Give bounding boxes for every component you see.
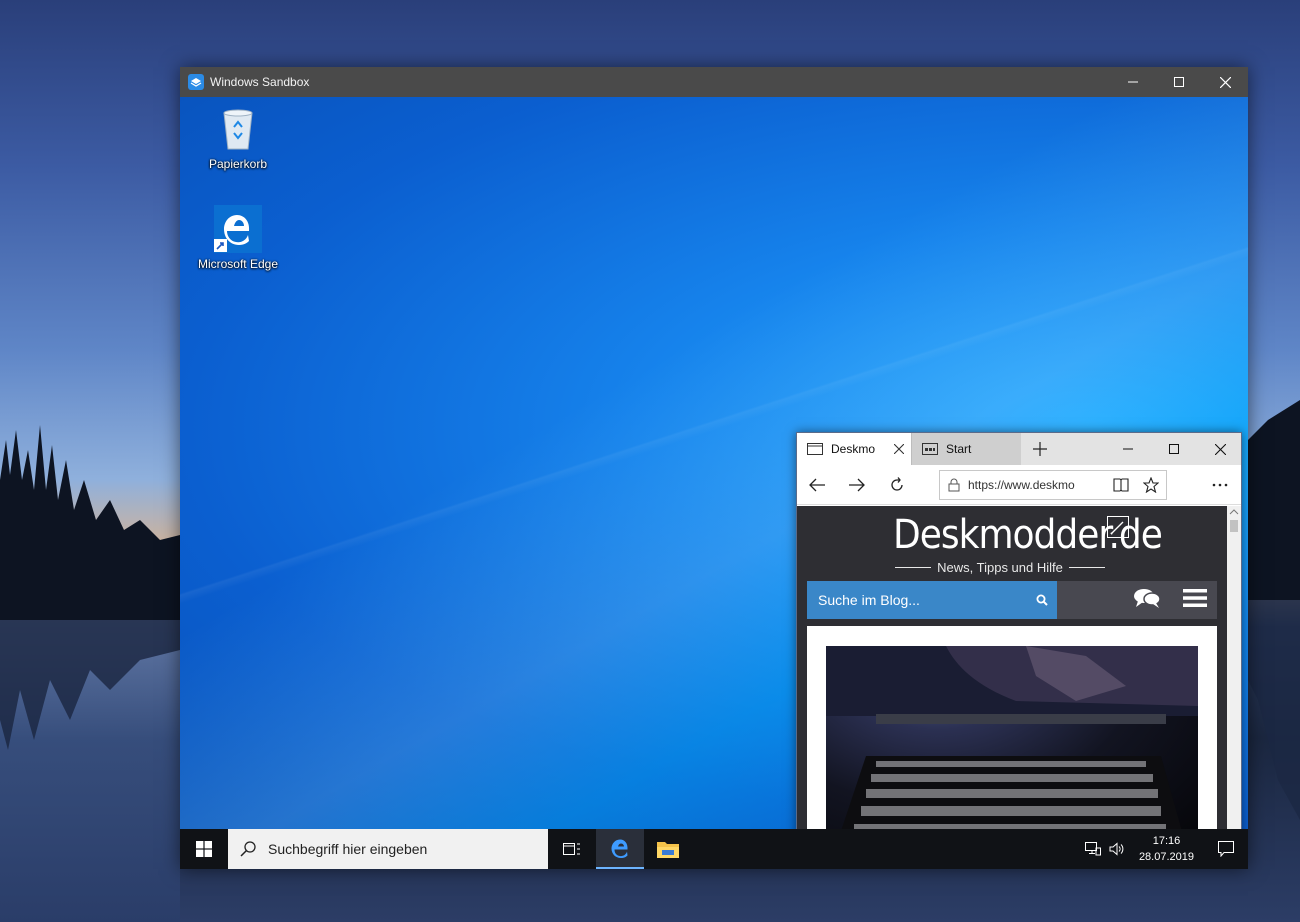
arrow-right-icon	[849, 478, 865, 491]
tab-close-button[interactable]	[887, 441, 911, 457]
system-tray: 17:16 28.07.2019	[1081, 829, 1248, 869]
edge-browser-window: Deskmo Start https://www.deskmo Deskmodd…	[796, 432, 1242, 829]
task-view-button[interactable]	[548, 829, 596, 869]
site-nav-actions	[1057, 581, 1217, 619]
edge-icon	[611, 839, 628, 858]
edge-minimize-button[interactable]	[1105, 433, 1151, 465]
desktop-icon-recycle-bin[interactable]: Papierkorb	[193, 105, 283, 171]
minimize-icon	[1128, 81, 1138, 83]
pen-icon	[1107, 516, 1129, 538]
more-button[interactable]	[1197, 483, 1241, 487]
search-icon[interactable]	[1027, 594, 1057, 606]
tab-start[interactable]: Start	[911, 433, 1021, 465]
minimize-button[interactable]	[1110, 67, 1156, 97]
plus-icon	[1033, 442, 1047, 456]
favorite-button[interactable]	[1136, 476, 1166, 493]
window-title: Windows Sandbox	[210, 75, 310, 89]
task-view-icon	[563, 843, 580, 855]
edge-icon	[214, 205, 262, 253]
new-tab-button[interactable]	[1021, 433, 1059, 465]
comments-icon[interactable]	[1133, 587, 1161, 614]
edge-tab-bar: Deskmo Start	[797, 433, 1241, 465]
edge-close-button[interactable]	[1197, 433, 1241, 465]
tab-deskmo[interactable]: Deskmo	[797, 433, 911, 465]
site-navbar: Suche im Blog...	[807, 581, 1217, 619]
taskbar-search-input[interactable]: Suchbegriff hier eingeben	[228, 829, 548, 869]
host-hill-silhouette	[1248, 400, 1300, 820]
taskbar-search-placeholder: Suchbegriff hier eingeben	[268, 841, 428, 857]
sandbox-app-icon	[188, 74, 204, 90]
tab-deskmo-label: Deskmo	[831, 442, 876, 456]
article-card	[807, 626, 1217, 829]
arrow-left-icon	[809, 478, 825, 491]
clock-date: 28.07.2019	[1138, 851, 1194, 863]
hamburger-menu-icon[interactable]	[1183, 588, 1207, 613]
start-page-icon	[922, 443, 938, 455]
refresh-button[interactable]	[877, 465, 917, 505]
folder-icon	[657, 842, 679, 858]
reading-view-button[interactable]	[1106, 477, 1136, 492]
site-logo[interactable]: Deskmodder.de	[893, 512, 1163, 558]
site-search-input[interactable]: Suche im Blog...	[807, 581, 1057, 619]
site-search-placeholder: Suche im Blog...	[818, 592, 920, 608]
address-bar[interactable]: https://www.deskmo	[939, 469, 1167, 500]
close-icon	[1214, 443, 1226, 455]
windows-logo-icon	[196, 841, 212, 857]
site-tagline-text: News, Tipps und Hilfe	[937, 560, 1063, 575]
address-text: https://www.deskmo	[968, 477, 1075, 492]
notification-icon	[1218, 841, 1234, 857]
edge-toolbar: https://www.deskmo	[797, 465, 1241, 505]
book-icon	[1113, 477, 1129, 492]
edge-maximize-button[interactable]	[1151, 433, 1197, 465]
taskbar: Suchbegriff hier eingeben 17:16 28.07.20…	[180, 829, 1248, 869]
back-button[interactable]	[797, 465, 837, 505]
minimize-icon	[1123, 448, 1133, 450]
more-icon	[1212, 483, 1228, 486]
sandbox-desktop: Papierkorb Microsoft Edge Deskmo Start h…	[180, 97, 1248, 829]
start-button[interactable]	[180, 829, 228, 869]
article-image[interactable]	[826, 646, 1198, 829]
sandbox-window: Windows Sandbox Papierkorb Microsoft Edg…	[180, 67, 1248, 869]
page-icon	[807, 443, 823, 455]
search-icon	[240, 841, 256, 857]
site-tagline: News, Tipps und Hilfe	[895, 560, 1106, 575]
taskbar-file-explorer-button[interactable]	[644, 829, 692, 869]
vertical-scrollbar[interactable]	[1227, 506, 1241, 829]
edge-label: Microsoft Edge	[197, 257, 279, 271]
desktop-icon-edge[interactable]: Microsoft Edge	[193, 205, 283, 271]
close-button[interactable]	[1202, 67, 1248, 97]
network-icon[interactable]	[1081, 842, 1105, 856]
volume-icon[interactable]	[1105, 842, 1129, 856]
lock-icon	[948, 478, 960, 491]
close-icon	[1219, 76, 1231, 88]
action-center-button[interactable]	[1204, 829, 1248, 869]
star-icon	[1143, 476, 1159, 493]
recycle-bin-icon	[223, 109, 253, 150]
maximize-icon	[1174, 77, 1184, 87]
refresh-icon	[891, 476, 903, 491]
sandbox-titlebar[interactable]: Windows Sandbox	[180, 67, 1248, 97]
maximize-icon	[1169, 444, 1179, 454]
clock-time: 17:16	[1152, 835, 1181, 847]
maximize-button[interactable]	[1156, 67, 1202, 97]
taskbar-clock[interactable]: 17:16 28.07.2019	[1129, 833, 1204, 865]
web-page-content: Deskmodder.de News, Tipps und Hilfe Such…	[797, 506, 1227, 829]
host-tree-silhouette	[0, 425, 180, 750]
taskbar-edge-button[interactable]	[596, 829, 644, 869]
close-icon	[893, 443, 905, 455]
recycle-bin-label: Papierkorb	[208, 157, 268, 171]
forward-button[interactable]	[837, 465, 877, 505]
tab-start-label: Start	[946, 442, 972, 456]
laptop-keyboard-image	[826, 646, 1198, 829]
